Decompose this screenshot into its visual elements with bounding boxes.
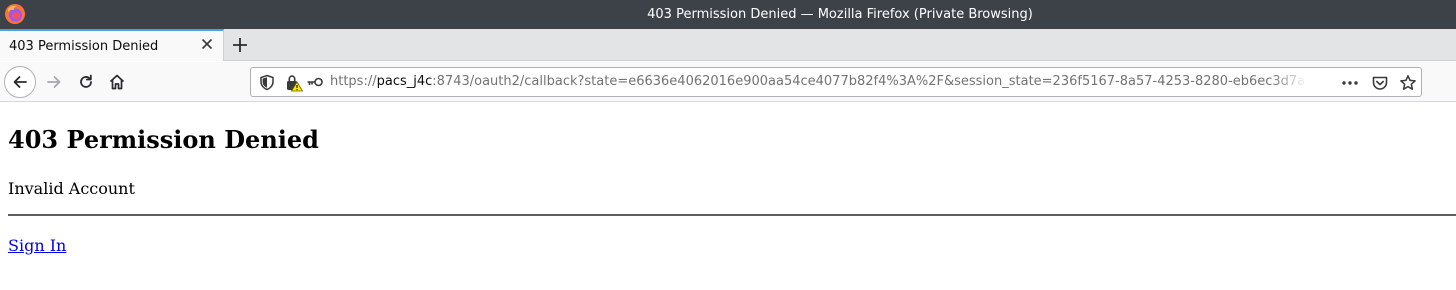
sign-in-link[interactable]: Sign In <box>8 236 66 255</box>
insecure-lock-warning-icon[interactable] <box>285 74 303 92</box>
forward-button[interactable] <box>38 66 70 98</box>
url-path: :8743/oauth2/callback?state=e6636e406201… <box>432 74 1306 89</box>
page-actions-icon[interactable] <box>1341 75 1359 91</box>
home-button[interactable] <box>101 66 133 98</box>
tab-title: 403 Permission Denied <box>9 39 159 54</box>
error-message: Invalid Account <box>8 179 135 198</box>
window-title: 403 Permission Denied — Mozilla Firefox … <box>647 7 1033 22</box>
page-heading: 403 Permission Denied <box>8 125 319 154</box>
new-tab-icon[interactable] <box>230 35 250 55</box>
key-icon[interactable] <box>306 74 324 90</box>
url-bar[interactable]: https://pacs_j4c:8743/oauth2/callback?st… <box>250 67 1422 97</box>
close-tab-icon[interactable] <box>199 36 215 52</box>
home-icon <box>109 74 125 90</box>
navigation-toolbar: https://pacs_j4c:8743/oauth2/callback?st… <box>0 62 1456 102</box>
tab-active[interactable]: 403 Permission Denied <box>0 29 224 61</box>
horizontal-rule <box>8 214 1456 216</box>
url-overflow-fade <box>1271 70 1307 94</box>
bookmark-star-icon[interactable] <box>1399 74 1417 92</box>
reload-button[interactable] <box>70 66 102 98</box>
tracking-protection-shield-icon[interactable] <box>259 74 275 91</box>
window-titlebar: 403 Permission Denied — Mozilla Firefox … <box>0 0 1456 29</box>
reload-icon <box>80 74 92 88</box>
forward-arrow-icon <box>47 76 61 88</box>
url-host: pacs_j4c <box>376 74 433 89</box>
back-arrow-icon <box>13 76 27 88</box>
pocket-icon[interactable] <box>1371 74 1389 92</box>
url-scheme: https:// <box>330 74 377 89</box>
back-button[interactable] <box>4 66 36 98</box>
page-content: 403 Permission Denied Invalid Account Si… <box>0 103 1456 290</box>
url-text[interactable]: https://pacs_j4c:8743/oauth2/callback?st… <box>330 74 1306 92</box>
tab-strip: 403 Permission Denied <box>0 29 1456 61</box>
